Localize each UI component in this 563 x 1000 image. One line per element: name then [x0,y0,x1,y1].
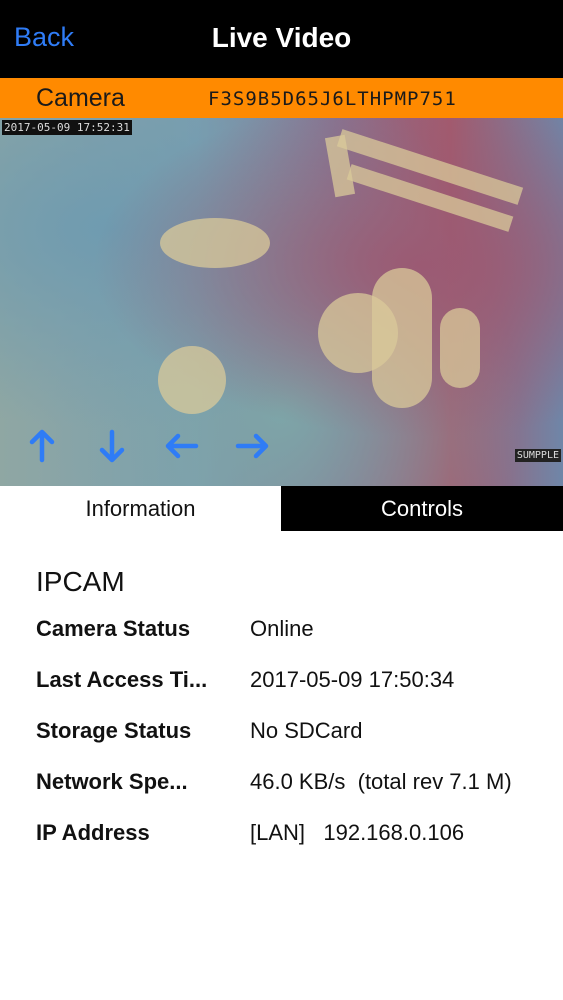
info-value: Online [250,616,314,641]
device-name: IPCAM [36,566,125,597]
video-timestamp: 2017-05-09 17:52:31 [2,120,132,135]
down-arrow-icon [99,429,125,463]
video-blob [160,218,270,268]
camera-label: Camera [36,84,125,112]
info-label: IP Address [36,820,150,845]
info-row: Storage Status No SDCard [36,718,556,769]
pan-down-button[interactable] [92,426,162,466]
tab-information[interactable]: Information [0,486,281,531]
info-value: [LAN] 192.168.0.106 [250,820,465,845]
camera-bar: Camera F3S9B5D65J6LTHPMP751 [0,78,563,118]
up-arrow-icon [29,429,55,463]
info-value: No SDCard [250,718,363,743]
video-blob [372,268,432,408]
info-row: Camera Status Online [36,616,556,667]
navigation-bar: Back Live Video [0,0,563,78]
video-blob [158,346,226,414]
tab-controls[interactable]: Controls [281,486,563,531]
pan-right-button[interactable] [232,426,302,466]
right-arrow-icon [235,433,269,459]
ptz-controls [22,426,302,466]
information-panel: IPCAM Camera Status Online Last Access T… [36,566,556,871]
pan-left-button[interactable] [162,426,232,466]
pan-up-button[interactable] [22,426,92,466]
page-title: Live Video [211,22,352,53]
info-row: IP Address [LAN] 192.168.0.106 [36,820,556,871]
info-value: 46.0 KB/s (total rev 7.1 M) [250,769,512,794]
info-label: Last Access Ti... [36,667,208,692]
video-watermark: SUMPPLE [514,449,561,462]
left-arrow-icon [165,433,199,459]
info-row: Last Access Ti... 2017-05-09 17:50:34 [36,667,556,718]
info-label: Camera Status [36,616,191,641]
camera-id: F3S9B5D65J6LTHPMP751 [208,88,457,110]
info-value: 2017-05-09 17:50:34 [250,667,455,692]
info-label: Network Spe... [36,769,188,794]
info-label: Storage Status [36,718,192,743]
tab-bar: Information Controls [0,486,563,531]
info-row: Network Spe... 46.0 KB/s (total rev 7.1 … [36,769,556,820]
video-blob [440,308,480,388]
live-video-view[interactable]: 2017-05-09 17:52:31 SUMPPLE [0,118,563,486]
